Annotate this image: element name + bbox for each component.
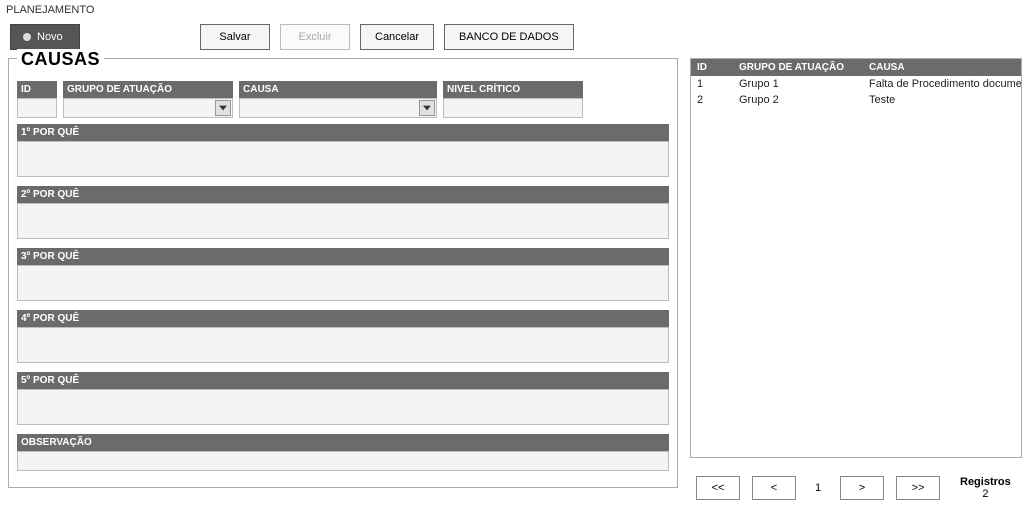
- field-row-top: ID GRUPO DE ATUAÇÃO CAUSA NIVEL CRÍTICO: [17, 81, 669, 118]
- banco-dados-button[interactable]: BANCO DE DADOS: [444, 24, 574, 50]
- field-nivel: NIVEL CRÍTICO: [443, 81, 583, 118]
- causa-label: CAUSA: [239, 81, 437, 98]
- pq1-label: 1º POR QUÊ: [17, 124, 669, 141]
- pq5-input[interactable]: [17, 389, 669, 425]
- pager-page-number: 1: [808, 482, 828, 494]
- grid-header-grupo: GRUPO DE ATUAÇÃO: [733, 59, 863, 76]
- section-obs: OBSERVAÇÃO: [17, 434, 669, 474]
- cancelar-button[interactable]: Cancelar: [360, 24, 434, 50]
- pager-next-button[interactable]: >: [840, 476, 884, 500]
- nivel-input[interactable]: [443, 98, 583, 118]
- table-row[interactable]: 1 Grupo 1 Falta de Procedimento document…: [691, 76, 1021, 92]
- cell-grupo: Grupo 2: [733, 92, 863, 108]
- obs-input[interactable]: [17, 451, 669, 471]
- toolbar: Novo Salvar Excluir Cancelar BANCO DE DA…: [0, 20, 1024, 58]
- cell-grupo: Grupo 1: [733, 76, 863, 92]
- excluir-button: Excluir: [280, 24, 350, 50]
- section-pq4: 4º POR QUÊ: [17, 310, 669, 366]
- pq2-input[interactable]: [17, 203, 669, 239]
- section-pq2: 2º POR QUÊ: [17, 186, 669, 242]
- grid-header-id: ID: [691, 59, 733, 76]
- grid-header: ID GRUPO DE ATUAÇÃO CAUSA: [691, 59, 1021, 76]
- section-pq3: 3º POR QUÊ: [17, 248, 669, 304]
- pager-first-button[interactable]: <<: [696, 476, 740, 500]
- section-pq1: 1º POR QUÊ: [17, 124, 669, 180]
- page-title: PLANEJAMENTO: [0, 0, 1024, 20]
- salvar-button[interactable]: Salvar: [200, 24, 270, 50]
- pager: << < 1 > >> Registros 2: [696, 476, 1011, 500]
- grupo-select[interactable]: [63, 98, 233, 118]
- pq4-input[interactable]: [17, 327, 669, 363]
- section-pq5: 5º POR QUÊ: [17, 372, 669, 428]
- pq5-label: 5º POR QUÊ: [17, 372, 669, 389]
- registros-label: Registros: [960, 476, 1011, 488]
- field-id: ID: [17, 81, 57, 118]
- table-row[interactable]: 2 Grupo 2 Teste: [691, 92, 1021, 108]
- causas-form-panel: CAUSAS ID GRUPO DE ATUAÇÃO CAUSA: [8, 58, 678, 488]
- novo-button[interactable]: Novo: [10, 24, 80, 50]
- cell-id: 1: [691, 76, 733, 92]
- obs-label: OBSERVAÇÃO: [17, 434, 669, 451]
- pq2-label: 2º POR QUÊ: [17, 186, 669, 203]
- grid-header-causa: CAUSA: [863, 59, 1021, 76]
- field-causa: CAUSA: [239, 81, 437, 118]
- pq3-input[interactable]: [17, 265, 669, 301]
- pq1-input[interactable]: [17, 141, 669, 177]
- pager-last-button[interactable]: >>: [896, 476, 940, 500]
- novo-label: Novo: [37, 31, 63, 43]
- id-input[interactable]: [17, 98, 57, 118]
- cell-id: 2: [691, 92, 733, 108]
- field-grupo: GRUPO DE ATUAÇÃO: [63, 81, 233, 118]
- cell-causa: Falta de Procedimento documentado: [863, 76, 1021, 92]
- registros-count: 2: [960, 488, 1011, 500]
- pq3-label: 3º POR QUÊ: [17, 248, 669, 265]
- pq4-label: 4º POR QUÊ: [17, 310, 669, 327]
- nivel-label: NIVEL CRÍTICO: [443, 81, 583, 98]
- grid-panel: ID GRUPO DE ATUAÇÃO CAUSA 1 Grupo 1 Falt…: [690, 58, 1022, 458]
- grupo-label: GRUPO DE ATUAÇÃO: [63, 81, 233, 98]
- pager-prev-button[interactable]: <: [752, 476, 796, 500]
- form-legend: CAUSAS: [17, 49, 104, 70]
- radio-icon: [23, 33, 31, 41]
- registros-block: Registros 2: [960, 476, 1011, 500]
- cell-causa: Teste: [863, 92, 1021, 108]
- causa-select[interactable]: [239, 98, 437, 118]
- id-label: ID: [17, 81, 57, 98]
